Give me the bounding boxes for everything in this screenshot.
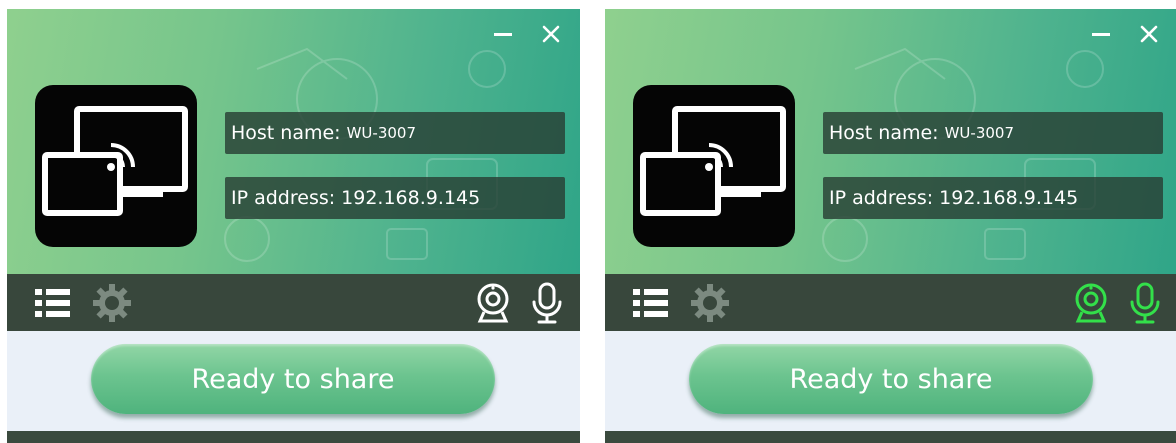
screenshot-stage: Host name: WU-3007 IP address: 192.168.9… bbox=[0, 0, 1176, 443]
app-window-active-media: Host name: WU-3007 IP address: 192.168.9… bbox=[605, 9, 1176, 443]
microphone-button-active[interactable] bbox=[1125, 282, 1165, 324]
ip-address-value: 192.168.9.145 bbox=[341, 187, 481, 209]
app-logo bbox=[633, 85, 795, 247]
microphone-icon bbox=[532, 282, 562, 324]
settings-button[interactable] bbox=[690, 283, 730, 323]
host-name-label: Host name: bbox=[231, 122, 341, 144]
toolbar bbox=[605, 274, 1176, 331]
gear-icon bbox=[93, 284, 131, 322]
list-icon bbox=[633, 289, 668, 317]
minimize-button[interactable] bbox=[1086, 19, 1116, 49]
minimize-button[interactable] bbox=[488, 19, 518, 49]
host-name-value: WU-3007 bbox=[944, 124, 1014, 142]
footer-strip bbox=[7, 431, 580, 443]
menu-button[interactable] bbox=[631, 283, 671, 323]
bottom-area: Ready to share bbox=[7, 331, 580, 431]
microphone-icon bbox=[1130, 282, 1160, 324]
ip-address-label: IP address: bbox=[231, 187, 336, 209]
footer-strip bbox=[605, 431, 1176, 443]
camera-button[interactable] bbox=[473, 283, 513, 323]
ip-address-value: 192.168.9.145 bbox=[939, 187, 1079, 209]
screen-cast-icon bbox=[640, 106, 786, 216]
bottom-area: Ready to share bbox=[605, 331, 1176, 431]
host-name-field: Host name: WU-3007 bbox=[225, 112, 565, 154]
host-name-field: Host name: WU-3007 bbox=[823, 112, 1163, 154]
header-area: Host name: WU-3007 IP address: 192.168.9… bbox=[7, 9, 580, 274]
screen-cast-icon bbox=[42, 106, 188, 216]
camera-button-active[interactable] bbox=[1071, 283, 1111, 323]
app-window-inactive-media: Host name: WU-3007 IP address: 192.168.9… bbox=[7, 9, 580, 443]
gear-icon bbox=[691, 284, 729, 322]
ready-to-share-button[interactable]: Ready to share bbox=[91, 344, 495, 414]
ip-address-field: IP address: 192.168.9.145 bbox=[225, 177, 565, 219]
close-button[interactable] bbox=[1134, 19, 1164, 49]
minimize-icon bbox=[1092, 33, 1110, 36]
close-icon bbox=[542, 25, 560, 43]
settings-button[interactable] bbox=[92, 283, 132, 323]
toolbar bbox=[7, 274, 580, 331]
ready-to-share-button[interactable]: Ready to share bbox=[689, 344, 1093, 414]
webcam-icon bbox=[1075, 283, 1107, 323]
minimize-icon bbox=[494, 33, 512, 36]
close-icon bbox=[1140, 25, 1158, 43]
list-icon bbox=[35, 289, 70, 317]
host-name-value: WU-3007 bbox=[346, 124, 416, 142]
microphone-button[interactable] bbox=[527, 282, 567, 324]
close-button[interactable] bbox=[536, 19, 566, 49]
webcam-icon bbox=[477, 283, 509, 323]
header-area: Host name: WU-3007 IP address: 192.168.9… bbox=[605, 9, 1176, 274]
menu-button[interactable] bbox=[33, 283, 73, 323]
host-name-label: Host name: bbox=[829, 122, 939, 144]
ip-address-field: IP address: 192.168.9.145 bbox=[823, 177, 1163, 219]
ip-address-label: IP address: bbox=[829, 187, 934, 209]
app-logo bbox=[35, 85, 197, 247]
